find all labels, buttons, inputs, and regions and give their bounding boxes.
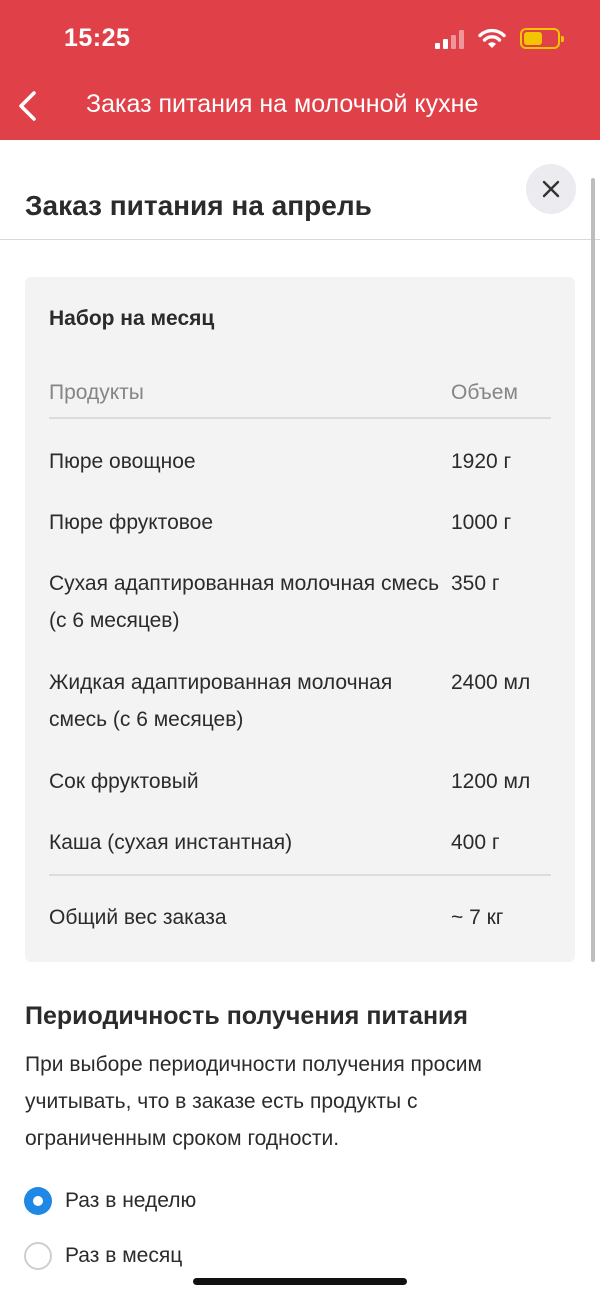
status-icons [435, 28, 564, 49]
table-header-divider [49, 417, 551, 419]
table-cell-volume: 350 г [451, 572, 500, 595]
periodicity-description: При выборе периодичности получения проси… [25, 1053, 482, 1150]
back-button[interactable] [10, 86, 44, 126]
table-cell-volume: 2400 мл [451, 671, 531, 694]
nav-title: Заказ питания на молочной кухне [86, 90, 479, 118]
column-header-products: Продукты [49, 381, 144, 404]
card-title: Набор на месяц [49, 307, 215, 330]
status-time: 15:25 [64, 24, 131, 52]
table-total-divider [49, 874, 551, 876]
close-icon [542, 180, 560, 198]
radio-label: Раз в месяц [65, 1244, 183, 1267]
table-cell-volume: 1920 г [451, 450, 512, 473]
scrollbar[interactable] [591, 178, 595, 962]
table-cell-volume: 1000 г [451, 511, 512, 534]
radio-unselected-icon[interactable] [24, 1242, 52, 1270]
table-cell-product: Жидкая адаптированная молочная смесь (с … [49, 671, 393, 731]
wifi-icon [478, 28, 506, 48]
periodicity-title: Периодичность получения питания [25, 1002, 469, 1030]
radio-selected-icon[interactable] [24, 1187, 52, 1215]
table-cell-volume: 1200 мл [451, 770, 531, 793]
monthly-set-card: Набор на месяц Продукты Объем Пюре овощн… [25, 277, 575, 962]
home-indicator [193, 1278, 407, 1285]
total-value: ~ 7 кг [451, 906, 504, 929]
header-divider [0, 239, 600, 240]
radio-label: Раз в неделю [65, 1189, 197, 1212]
close-button[interactable] [526, 164, 576, 214]
chevron-left-icon [19, 91, 36, 121]
app-header: 15:25 Заказ питания на молочной кухне [0, 0, 600, 140]
radio-option-weekly[interactable]: Раз в неделю [24, 1187, 196, 1215]
total-label: Общий вес заказа [49, 906, 227, 929]
column-header-volume: Объем [451, 381, 518, 404]
table-cell-product: Сухая адаптированная молочная смесь (с 6… [49, 572, 440, 632]
table-cell-product: Каша (сухая инстантная) [49, 831, 293, 854]
table-cell-volume: 400 г [451, 831, 500, 854]
table-cell-product: Пюре фруктовое [49, 511, 214, 534]
battery-icon [520, 28, 564, 49]
radio-option-monthly[interactable]: Раз в месяц [24, 1242, 182, 1270]
cellular-signal-icon [435, 29, 464, 49]
sheet-title: Заказ питания на апрель [25, 190, 372, 221]
table-cell-product: Пюре овощное [49, 450, 196, 473]
table-cell-product: Сок фруктовый [49, 770, 199, 793]
